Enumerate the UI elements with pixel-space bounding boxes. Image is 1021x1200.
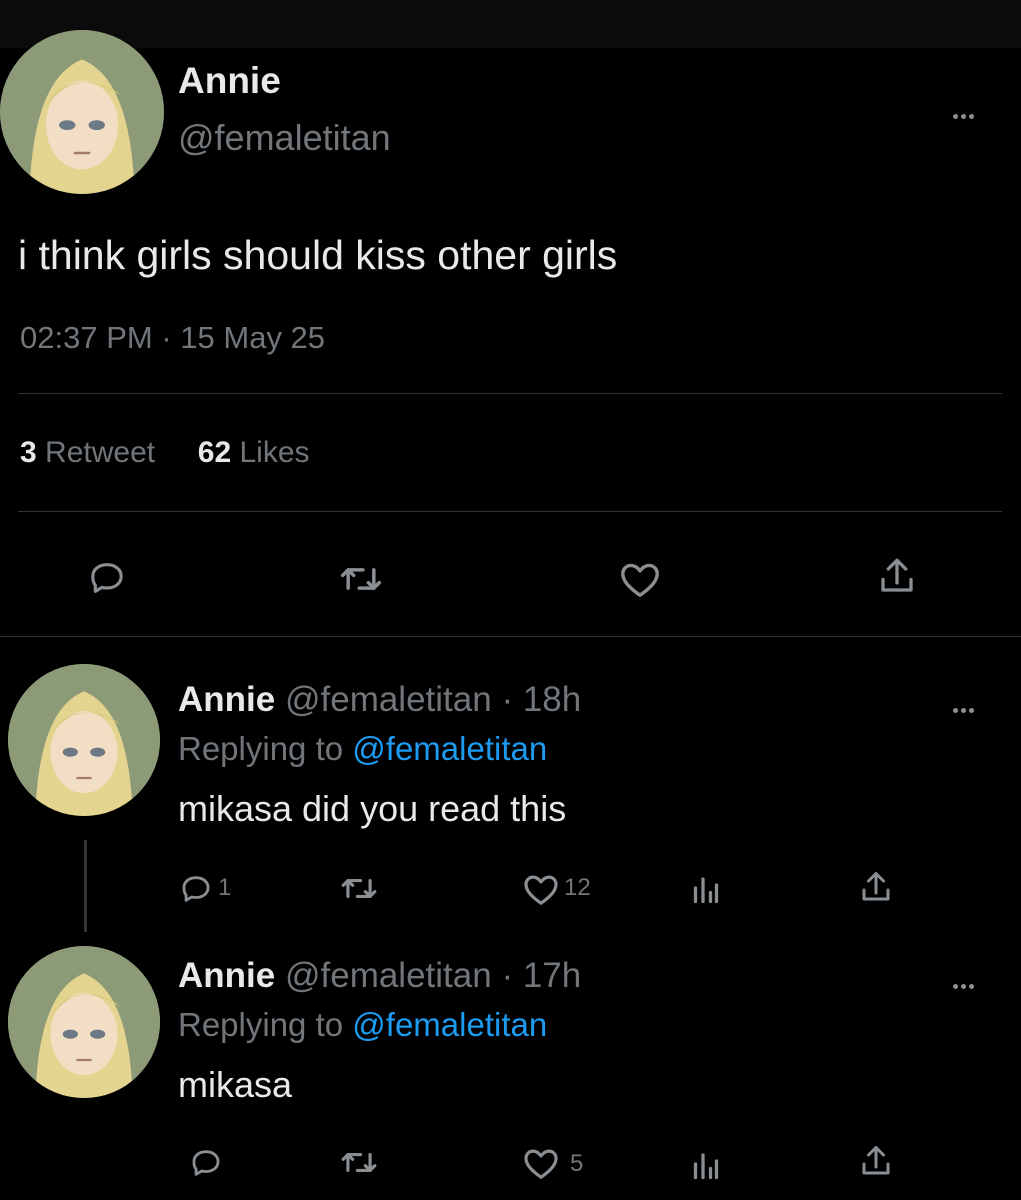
- tweet-timestamp: 02:37 PM · 15 May 25: [20, 320, 325, 356]
- tweet-stats: 3 Retweet 62 Likes: [20, 436, 310, 470]
- reply-count: 1: [218, 874, 232, 901]
- replying-handle[interactable]: @femaletitan: [352, 730, 547, 767]
- reply-header: Annie @femaletitan · 17h: [178, 956, 581, 996]
- handle[interactable]: @femaletitan: [285, 956, 492, 995]
- tweet-time: 02:37 PM: [20, 320, 153, 355]
- avatar[interactable]: [8, 946, 160, 1098]
- like-count: 5: [570, 1150, 584, 1177]
- thread-line: [84, 840, 87, 932]
- handle[interactable]: @femaletitan: [285, 680, 492, 719]
- retweet-icon[interactable]: [340, 872, 378, 905]
- handle[interactable]: @femaletitan: [178, 117, 391, 159]
- views-icon[interactable]: [690, 870, 722, 906]
- reply-icon[interactable]: [188, 1146, 224, 1180]
- reply-icon[interactable]: [178, 872, 214, 906]
- views-icon[interactable]: [690, 1146, 722, 1182]
- reply-header: Annie @femaletitan · 18h: [178, 680, 581, 720]
- share-icon[interactable]: [876, 554, 918, 598]
- reply-text: mikasa did you read this: [178, 788, 567, 829]
- replying-label: Replying to: [178, 730, 344, 767]
- divider: [18, 393, 1002, 394]
- divider: [0, 636, 1021, 637]
- retweet-icon[interactable]: [340, 1146, 378, 1179]
- display-name[interactable]: Annie: [178, 60, 281, 102]
- tweet-separator: ·: [161, 320, 172, 355]
- avatar[interactable]: [0, 30, 164, 194]
- like-count: 12: [564, 874, 591, 901]
- divider: [18, 511, 1002, 512]
- tweet-date[interactable]: 15 May 25: [180, 320, 325, 355]
- share-icon[interactable]: [858, 1142, 894, 1180]
- replying-label: Replying to: [178, 1006, 344, 1043]
- share-icon[interactable]: [858, 868, 894, 906]
- reply-age[interactable]: · 17h: [501, 956, 581, 995]
- display-name[interactable]: Annie: [178, 680, 275, 719]
- likes-count[interactable]: 62: [198, 436, 231, 469]
- retweet-icon[interactable]: [339, 560, 383, 598]
- replying-to: Replying to @femaletitan: [178, 730, 547, 768]
- replying-to: Replying to @femaletitan: [178, 1006, 547, 1044]
- retweet-count[interactable]: 3: [20, 436, 37, 469]
- heart-icon[interactable]: [522, 872, 560, 906]
- display-name[interactable]: Annie: [178, 956, 275, 995]
- retweet-label[interactable]: Retweet: [45, 436, 155, 469]
- tweet-text: i think girls should kiss other girls: [18, 232, 618, 278]
- replying-handle[interactable]: @femaletitan: [352, 1006, 547, 1043]
- top-bar: [0, 0, 1021, 48]
- more-icon[interactable]: [953, 700, 977, 718]
- avatar[interactable]: [8, 664, 160, 816]
- reply-text: mikasa: [178, 1064, 293, 1105]
- reply-age[interactable]: · 18h: [501, 680, 581, 719]
- more-icon[interactable]: [953, 106, 977, 124]
- reply-icon[interactable]: [86, 558, 128, 598]
- heart-icon[interactable]: [522, 1146, 560, 1180]
- likes-label[interactable]: Likes: [240, 436, 310, 469]
- more-icon[interactable]: [953, 976, 977, 994]
- heart-icon[interactable]: [618, 560, 662, 598]
